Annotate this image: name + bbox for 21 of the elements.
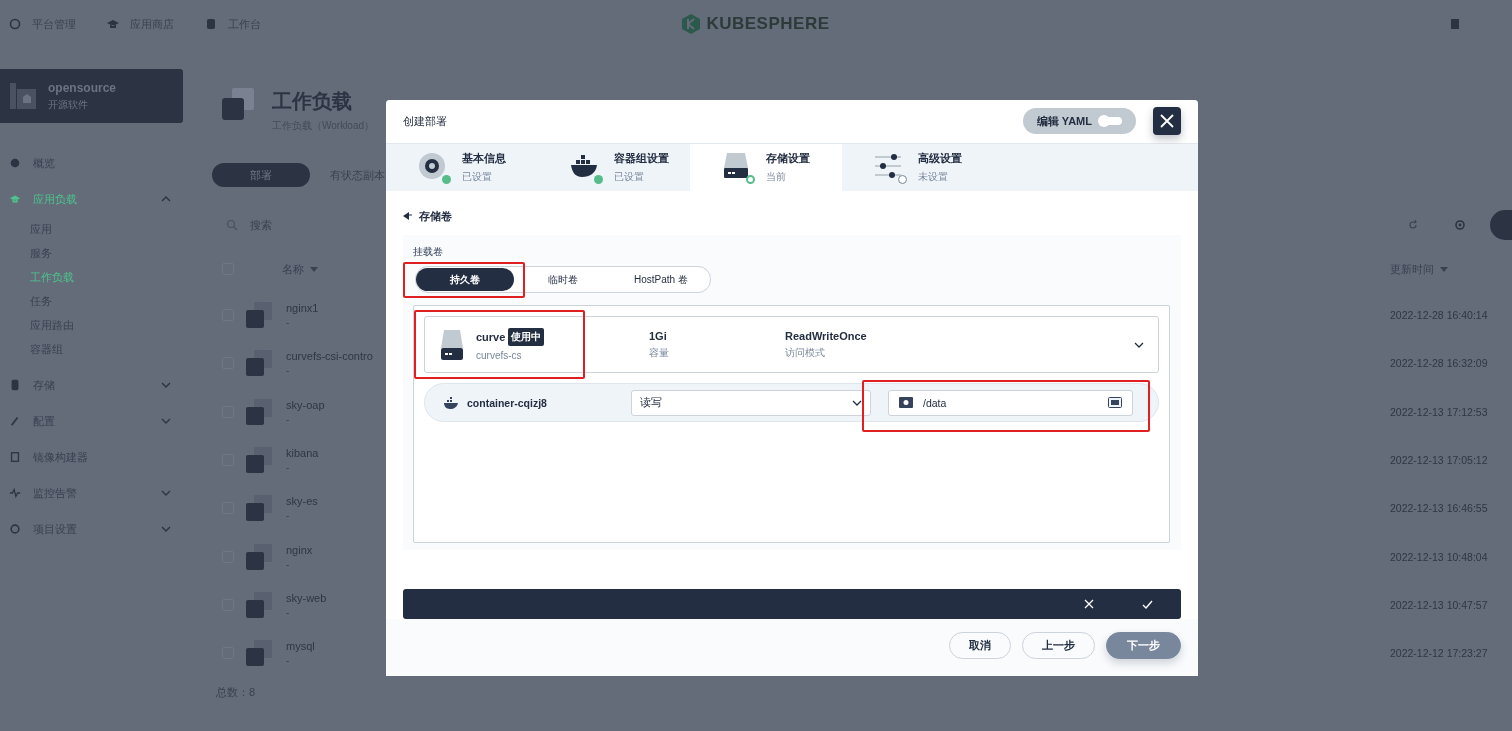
workspace-name: opensource (48, 80, 116, 95)
volume-name: curve (476, 331, 506, 344)
workload-description: - (286, 317, 291, 329)
capacity-label: 容量 (649, 345, 670, 360)
workload-description: - (286, 510, 291, 522)
status-badge: 使用中 (508, 328, 545, 347)
field-label: 挂载卷 (413, 245, 443, 260)
storage-class: curvefs-cs (476, 350, 523, 362)
access-mode-value: ReadWriteOnce (785, 329, 868, 342)
workload-description: - (286, 365, 291, 377)
workload-description: - (286, 655, 291, 667)
logo-text: KUBESPHERE (706, 14, 830, 34)
workload-description: - (286, 558, 291, 570)
capacity-value: 1Gi (649, 329, 668, 342)
access-mode-label: 访问模式 (785, 345, 826, 360)
workload-description: - (286, 462, 291, 474)
workload-description: - (286, 606, 291, 618)
container-name: container-cqizj8 (467, 396, 548, 409)
page-title: 工作负载 (272, 89, 353, 114)
workload-description: - (286, 413, 291, 425)
dialog-title: 创建部署 (403, 113, 448, 129)
